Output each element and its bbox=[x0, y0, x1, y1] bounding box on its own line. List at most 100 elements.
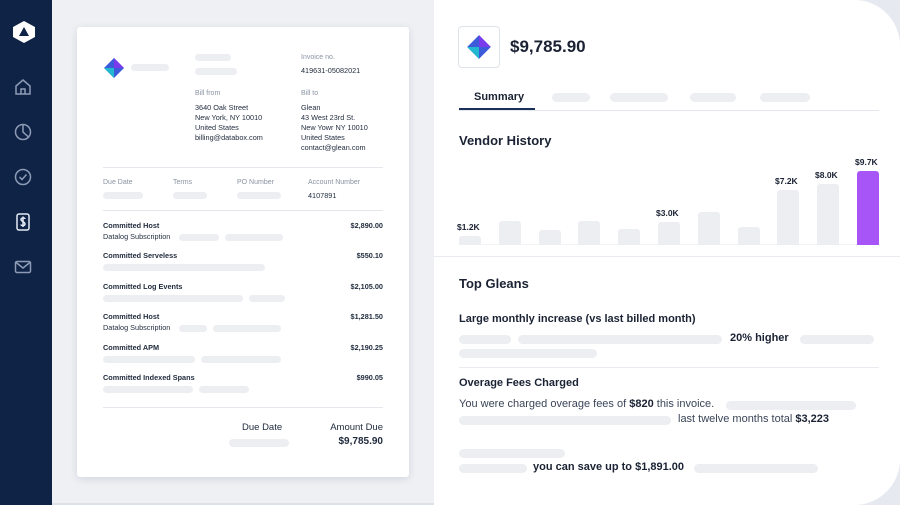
section-divider bbox=[434, 256, 900, 257]
mail-icon[interactable] bbox=[13, 257, 33, 277]
tab-summary[interactable]: Summary bbox=[474, 91, 524, 103]
vendor-history-title: Vendor History bbox=[459, 133, 552, 148]
insight-text: you can save up to $1,891.00 bbox=[533, 461, 685, 473]
tab-placeholder[interactable] bbox=[690, 93, 736, 102]
placeholder-bar bbox=[103, 264, 265, 271]
placeholder-bar bbox=[213, 325, 281, 332]
placeholder-bar bbox=[225, 234, 283, 241]
placeholder-bar bbox=[103, 356, 195, 363]
chart-bar[interactable] bbox=[738, 227, 760, 245]
insight-title: Large monthly increase (vs last billed m… bbox=[459, 313, 696, 325]
bill-to-email: contact@glean.com bbox=[301, 143, 366, 152]
invoice-pane: Invoice no. 419631-05082021 Bill from 36… bbox=[52, 0, 470, 505]
divider bbox=[103, 210, 383, 211]
summary-pane: $9,785.90 Summary Vendor History $1.2K $3… bbox=[434, 0, 900, 505]
line-item-amount: $2,190.25 bbox=[350, 343, 383, 352]
footer-amount-label: Amount Due bbox=[330, 422, 383, 433]
app-window: Invoice no. 419631-05082021 Bill from 36… bbox=[0, 0, 900, 505]
tab-placeholder[interactable] bbox=[552, 93, 590, 102]
invoice-document: Invoice no. 419631-05082021 Bill from 36… bbox=[77, 27, 409, 477]
chart-bar[interactable] bbox=[618, 229, 640, 245]
insight-text: last twelve months total $3,223 bbox=[678, 413, 830, 425]
section-divider bbox=[459, 367, 879, 368]
bar-value-label: $9.7K bbox=[855, 157, 878, 167]
sidebar bbox=[0, 0, 52, 505]
bill-to-label: Bill to bbox=[301, 90, 319, 97]
bill-to-line: New Yowr NY 10010 bbox=[301, 123, 368, 132]
chart-bar[interactable] bbox=[857, 171, 879, 245]
placeholder-bar bbox=[199, 386, 249, 393]
line-item-name: Committed APM bbox=[103, 343, 160, 352]
tab-placeholder[interactable] bbox=[610, 93, 668, 102]
placeholder-bar bbox=[131, 64, 169, 71]
tab-placeholder[interactable] bbox=[760, 93, 810, 102]
line-item-name: Committed Host bbox=[103, 221, 160, 230]
line-item-name: Committed Host bbox=[103, 312, 160, 321]
placeholder-bar bbox=[179, 234, 219, 241]
placeholder-bar bbox=[459, 349, 597, 358]
tabs-divider bbox=[459, 110, 879, 111]
divider bbox=[103, 407, 383, 408]
placeholder-bar bbox=[459, 464, 527, 473]
placeholder-bar bbox=[459, 416, 671, 425]
footer-amount-due: $9,785.90 bbox=[338, 436, 384, 447]
invoice-dollar-icon[interactable] bbox=[13, 212, 33, 232]
bill-to-line: United States bbox=[301, 133, 345, 142]
placeholder-bar bbox=[694, 464, 818, 473]
line-item-name: Committed Serveless bbox=[103, 251, 178, 260]
placeholder-bar bbox=[800, 335, 874, 344]
line-item-sub: Datalog Subscription bbox=[103, 232, 171, 241]
line-item-amount: $2,890.00 bbox=[350, 221, 383, 230]
account-number-value: 4107891 bbox=[308, 191, 337, 200]
invoice-no-label: Invoice no. bbox=[301, 54, 335, 61]
invoice-no-value: 419631-05082021 bbox=[301, 66, 361, 75]
bar-value-label: $3.0K bbox=[656, 208, 679, 218]
bar-value-label: $1.2K bbox=[457, 222, 480, 232]
top-gleans-title: Top Gleans bbox=[459, 276, 529, 291]
insight-value: 20% higher bbox=[730, 332, 789, 344]
terms-label: Terms bbox=[173, 179, 193, 186]
vendor-logo-icon bbox=[103, 57, 125, 79]
chart-bar[interactable] bbox=[499, 221, 521, 245]
invoice-total: $9,785.90 bbox=[510, 37, 586, 56]
bill-from-label: Bill from bbox=[195, 90, 221, 97]
bill-to-line: Glean bbox=[301, 103, 321, 112]
vendor-history-chart: $1.2K $3.0K $7.2K $8.0K $9.7K bbox=[457, 150, 879, 245]
chart-bar[interactable] bbox=[658, 222, 680, 245]
chart-bar[interactable] bbox=[459, 236, 481, 245]
placeholder-bar bbox=[459, 335, 511, 344]
bill-from-email: billing@databox.com bbox=[195, 133, 263, 142]
placeholder-bar bbox=[179, 325, 207, 332]
line-item-amount: $1,281.50 bbox=[350, 312, 383, 321]
line-item-amount: $550.10 bbox=[356, 251, 383, 260]
bill-from-line: New York, NY 10010 bbox=[195, 113, 263, 122]
placeholder-bar bbox=[459, 449, 565, 458]
chart-pie-icon[interactable] bbox=[13, 122, 33, 142]
insight-text: You were charged overage fees of $820 th… bbox=[459, 398, 715, 410]
account-number-label: Account Number bbox=[308, 179, 361, 186]
bill-to-line: 43 West 23rd St. bbox=[301, 113, 356, 122]
chart-bar[interactable] bbox=[698, 212, 720, 245]
chart-bar[interactable] bbox=[578, 221, 600, 245]
placeholder-bar bbox=[518, 335, 722, 344]
placeholder-bar bbox=[249, 295, 285, 302]
vendor-logo-icon bbox=[467, 35, 491, 59]
insight-title: Overage Fees Charged bbox=[459, 377, 579, 389]
line-item-name: Committed Log Events bbox=[103, 282, 183, 291]
logo-icon[interactable] bbox=[12, 20, 36, 44]
home-icon[interactable] bbox=[13, 77, 33, 97]
vendor-logo bbox=[458, 26, 500, 68]
chart-bar[interactable] bbox=[777, 190, 799, 245]
bill-from-line: United States bbox=[195, 123, 239, 132]
placeholder-bar bbox=[229, 439, 289, 447]
placeholder-bar bbox=[237, 192, 281, 199]
check-circle-icon[interactable] bbox=[13, 167, 33, 187]
chart-bar[interactable] bbox=[539, 230, 561, 245]
placeholder-bar bbox=[726, 401, 856, 410]
placeholder-bar bbox=[201, 356, 281, 363]
divider bbox=[103, 167, 383, 168]
po-number-label: PO Number bbox=[237, 179, 274, 186]
chart-bar[interactable] bbox=[817, 184, 839, 245]
line-item-amount: $990.05 bbox=[356, 373, 383, 382]
bar-value-label: $7.2K bbox=[775, 176, 798, 186]
